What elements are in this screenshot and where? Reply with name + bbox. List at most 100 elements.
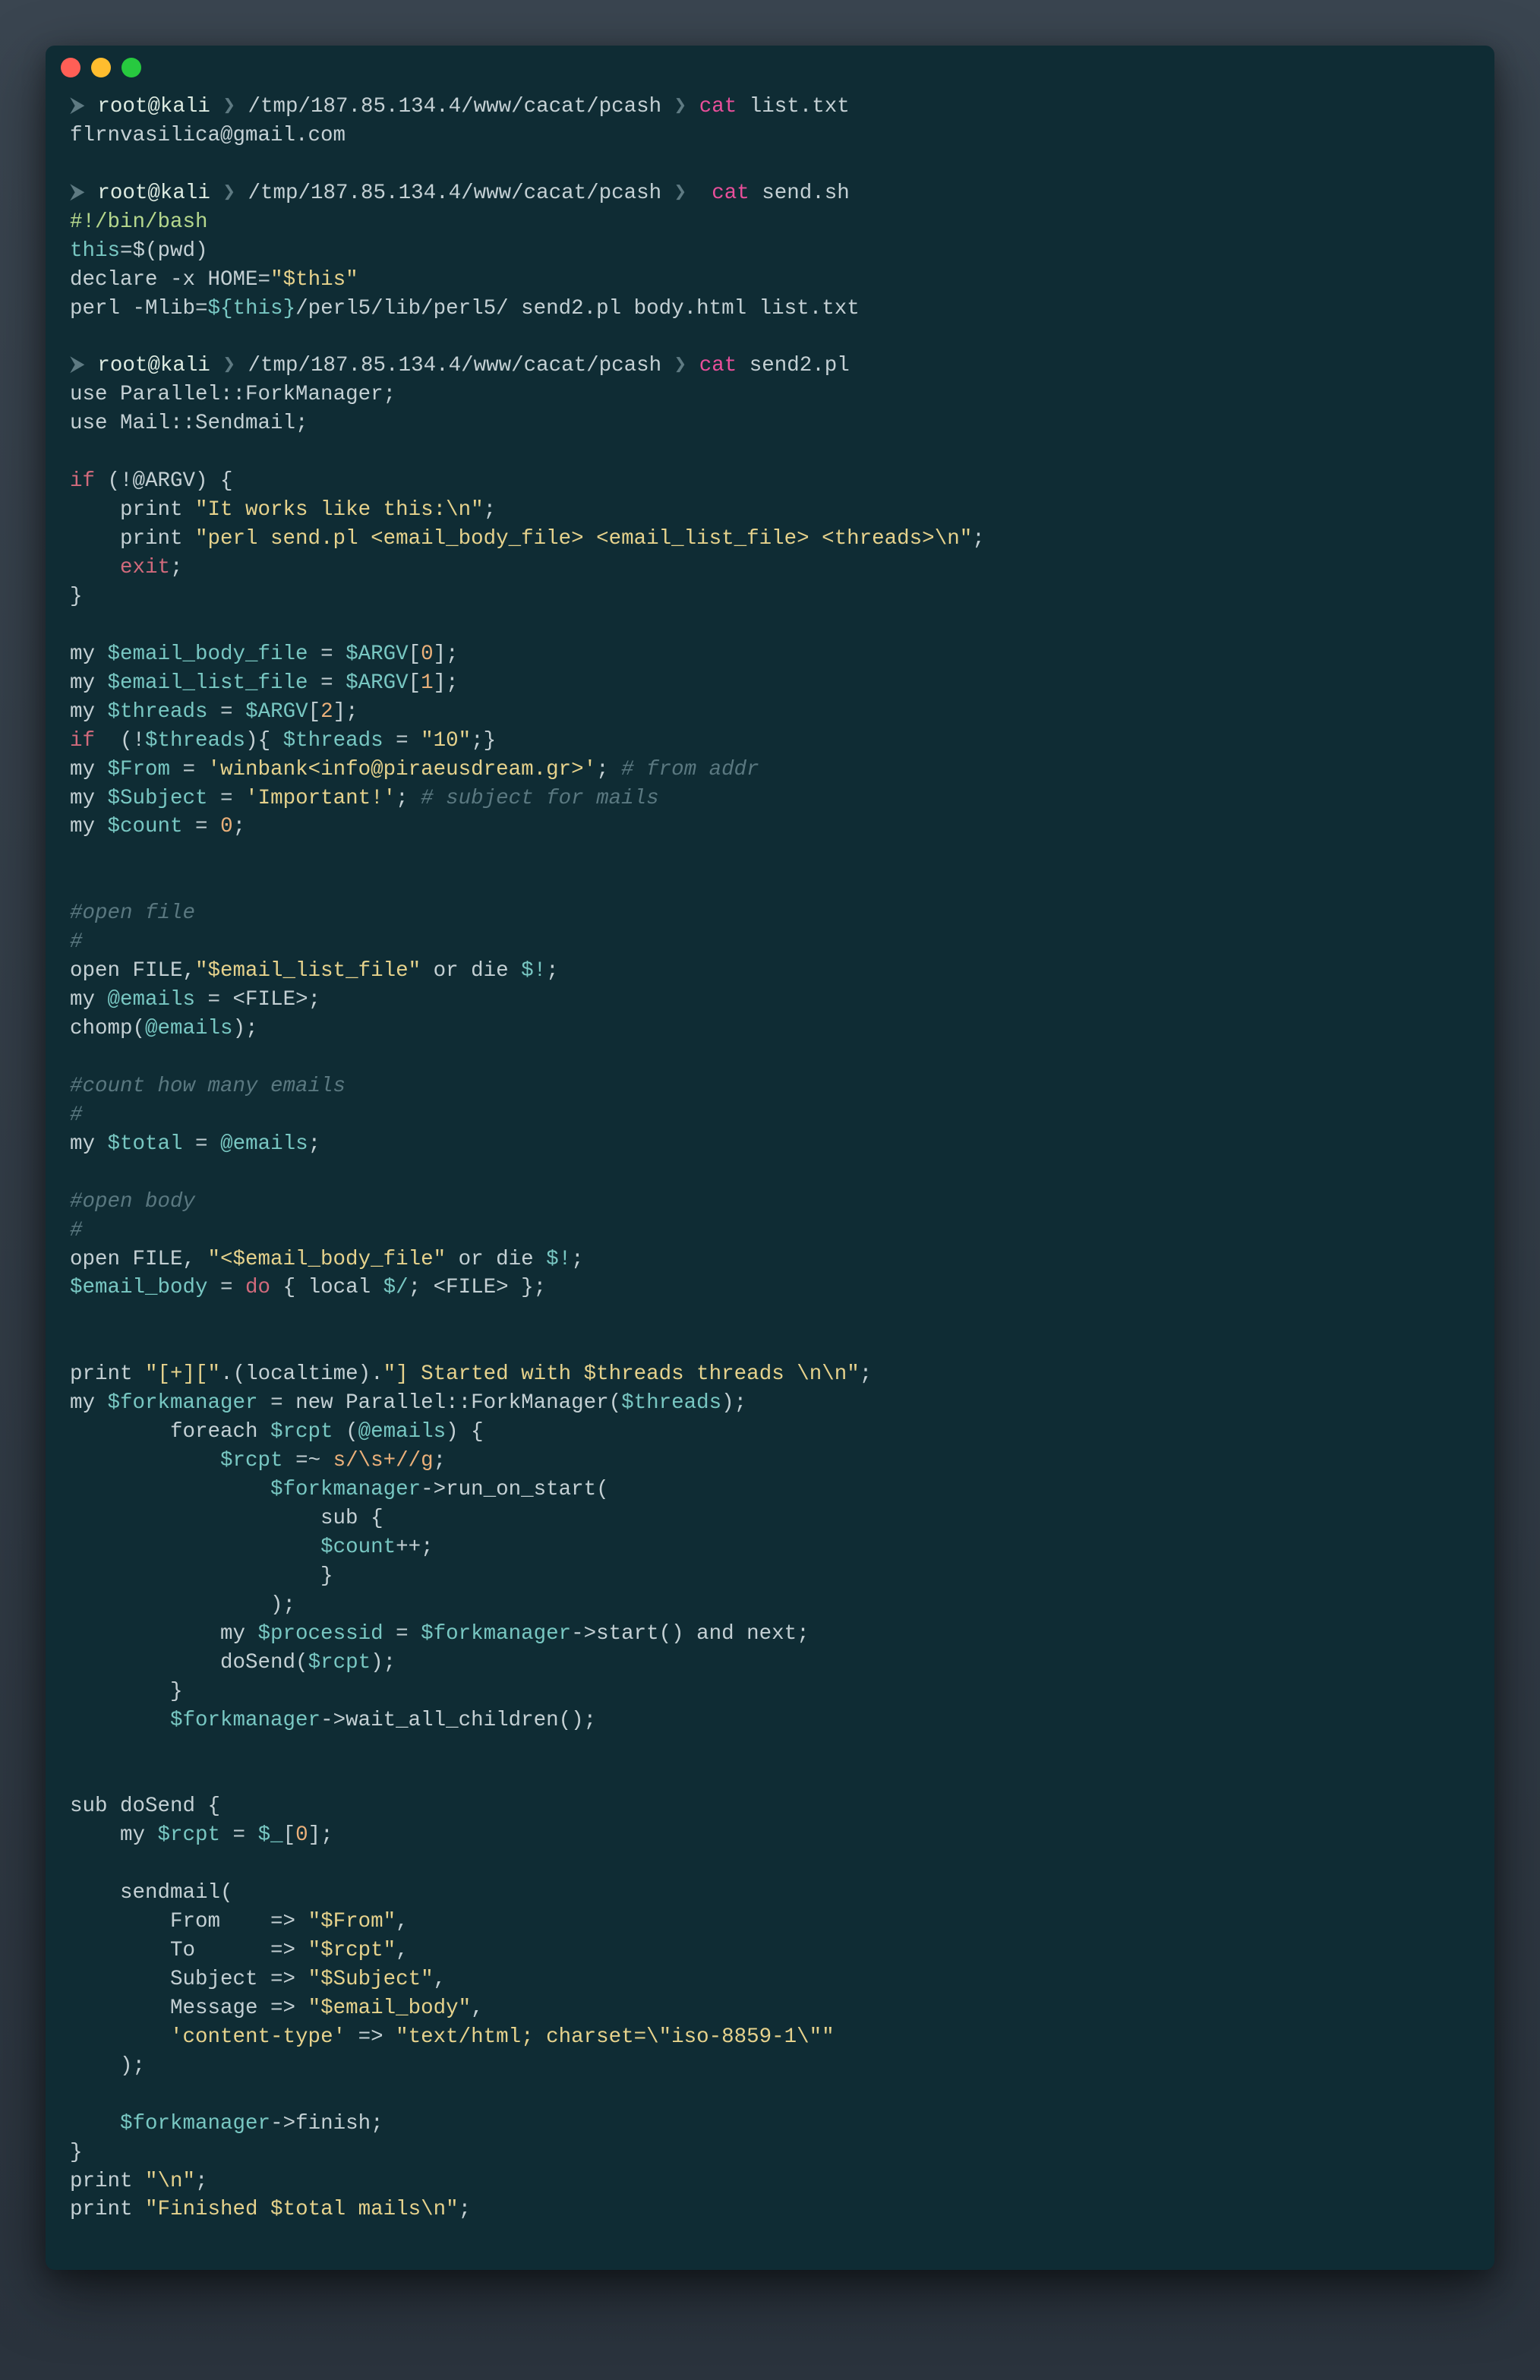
code-token: my (70, 642, 108, 666)
close-icon[interactable] (61, 58, 80, 77)
code-token: sendmail( (70, 1881, 233, 1905)
code-token: my (70, 758, 108, 781)
code-token: doSend( (70, 1651, 308, 1675)
code-token: ){ (245, 729, 283, 753)
code-token: use (70, 383, 108, 406)
code-token: ; (546, 959, 559, 983)
maximize-icon[interactable] (121, 58, 141, 77)
code-token: chomp( (70, 1017, 145, 1040)
code-token: $count (320, 1536, 396, 1559)
code-token: "$From" (308, 1910, 396, 1933)
code-token: @emails (145, 1017, 233, 1040)
code-token: $email_body_file (108, 642, 308, 666)
code-token: Parallel::ForkManager; (108, 383, 396, 406)
code-token: my (70, 787, 108, 810)
code-token: "$this" (270, 268, 358, 292)
code-token: or die (421, 959, 521, 983)
code-token: @emails (358, 1420, 447, 1444)
code-token: "perl send.pl <email_body_file> <email_l… (195, 527, 972, 551)
code-token: ]; (434, 671, 459, 695)
code-token: 0 (220, 815, 233, 838)
code-token: } (70, 585, 83, 608)
prompt-symbol: ⮞ (70, 181, 85, 205)
code-token: do (245, 1276, 270, 1299)
prompt-separator: ❯ (222, 95, 235, 118)
terminal-output[interactable]: ⮞ root@kali ❯ /tmp/187.85.134.4/www/caca… (46, 85, 1494, 2270)
code-token: ; (972, 527, 985, 551)
code-token: $ARGV (245, 700, 308, 724)
code-token: if (70, 729, 95, 753)
code-token: [ (283, 1823, 296, 1847)
minimize-icon[interactable] (91, 58, 111, 77)
code-token: = (220, 1823, 258, 1847)
prompt-user: root@kali (97, 181, 210, 205)
code-token: = <FILE>; (195, 988, 320, 1012)
code-token: $forkmanager (120, 2112, 270, 2135)
code-token: "text/html; charset=\"iso-8859-1\"" (396, 2025, 835, 2049)
code-token: = (183, 815, 221, 838)
code-token: From => (70, 1910, 308, 1933)
code-token: ( (333, 1420, 358, 1444)
code-token: = (383, 729, 421, 753)
code-token: ; (571, 1248, 584, 1271)
code-token: -x HOME= (158, 268, 271, 292)
code-token: print (70, 2170, 145, 2193)
code-token: this (70, 239, 120, 263)
code-token: ++; (396, 1536, 434, 1559)
code-token: @emails (108, 988, 196, 1012)
code-token: -Mlib= (133, 297, 208, 320)
code-token: print (70, 1362, 145, 1386)
code-token: = (208, 700, 246, 724)
code-token: $total (108, 1132, 183, 1156)
code-token: ; (596, 758, 621, 781)
code-token: $processid (258, 1622, 383, 1646)
prompt-separator: ❯ (674, 95, 687, 118)
code-token: = (208, 1276, 246, 1299)
code-token: ; (195, 2170, 208, 2193)
code-token: open FILE, (70, 1248, 208, 1271)
code-token: exit (120, 556, 170, 579)
code-token: declare (70, 268, 158, 292)
code-token (70, 1536, 320, 1559)
code-token: (!@ARGV) { (95, 469, 233, 493)
code-token: my (70, 1823, 158, 1847)
code-token: , (471, 1996, 484, 2020)
code-token: =~ (283, 1449, 333, 1473)
code-token: print (70, 498, 195, 522)
code-token: $rcpt (308, 1651, 371, 1675)
code-token: } (70, 2141, 83, 2164)
code-token: $threads (145, 729, 245, 753)
code-token: $forkmanager (421, 1622, 571, 1646)
code-token: $count (108, 815, 183, 838)
code-token: Mail::Sendmail; (108, 412, 308, 435)
code-token: print (70, 2198, 145, 2221)
code-token: } (70, 1564, 333, 1588)
code-token: ; (860, 1362, 873, 1386)
code-token: ; (308, 1132, 321, 1156)
code-token: ; (170, 556, 183, 579)
code-token: ; (484, 498, 497, 522)
prompt-separator: ❯ (222, 181, 235, 205)
code-token: my (70, 988, 108, 1012)
command-arg: send.sh (762, 181, 850, 205)
code-token: s/\s+//g (333, 1449, 434, 1473)
code-token: , (396, 1910, 409, 1933)
code-token: "$email_list_file" (195, 959, 421, 983)
code-token: ); (70, 1593, 295, 1617)
code-token: ]; (308, 1823, 333, 1847)
code-token: ; (434, 1449, 447, 1473)
code-token: = (308, 642, 346, 666)
prompt-separator: ❯ (222, 354, 235, 377)
code-token: 2 (320, 700, 333, 724)
code-token: ]; (333, 700, 358, 724)
code-token: = (183, 1132, 221, 1156)
code-token: , (434, 1968, 447, 1991)
code-token: pwd (158, 239, 196, 263)
code-token: ;} (471, 729, 496, 753)
code-token: 0 (421, 642, 434, 666)
code-token: $ARGV (346, 671, 409, 695)
code-token: perl (70, 297, 133, 320)
code-token: @emails (220, 1132, 308, 1156)
terminal-window: ⮞ root@kali ❯ /tmp/187.85.134.4/www/caca… (46, 46, 1494, 2270)
prompt-separator: ❯ (674, 354, 687, 377)
